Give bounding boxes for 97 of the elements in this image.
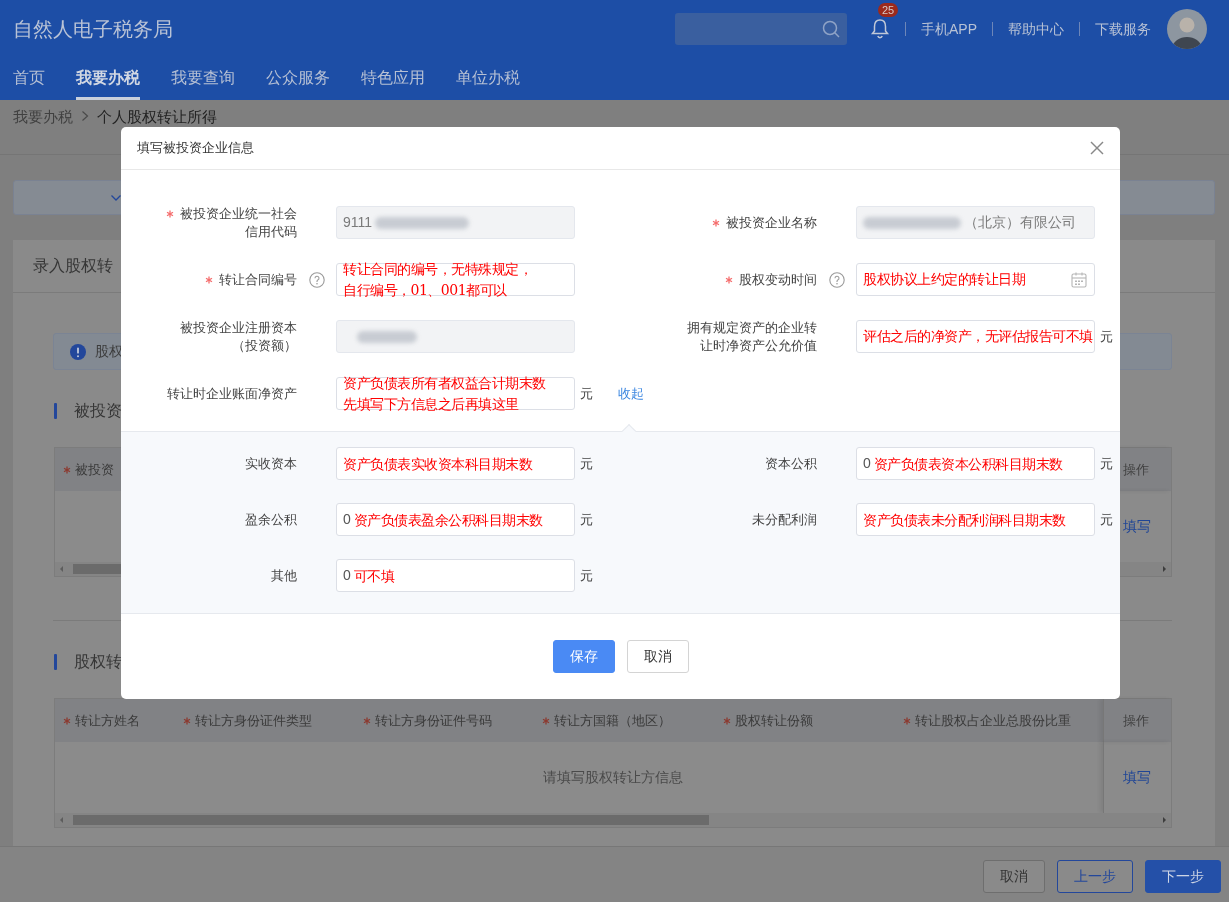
header-link[interactable]: 手机APP bbox=[921, 18, 977, 40]
handwritten-note: 资产负债表未分配利润科目期末数 bbox=[863, 510, 1066, 530]
save-button[interactable]: 保存 bbox=[552, 640, 615, 674]
field-label: 其他 bbox=[271, 566, 297, 585]
collapse-link[interactable]: 收起 bbox=[618, 383, 644, 404]
cancel-button[interactable]: 取消 bbox=[983, 860, 1045, 893]
field-label: 转让合同编号 bbox=[219, 270, 297, 289]
unit-label: 元 bbox=[1100, 454, 1113, 473]
field-value: 9111 bbox=[343, 213, 373, 233]
section-title: 被投资 bbox=[74, 401, 122, 421]
input-field[interactable]: 0 资产负债表盈余公积科目期末数 bbox=[336, 503, 575, 537]
help-icon[interactable] bbox=[829, 271, 845, 288]
card-title: 录入股权转 bbox=[33, 256, 113, 276]
handwritten-note: 评估之后的净资产，无评估报告可不填 bbox=[863, 327, 1093, 347]
info-icon bbox=[70, 343, 86, 360]
search-field[interactable] bbox=[675, 13, 847, 45]
fill-in-link[interactable]: 填写 bbox=[1123, 516, 1151, 537]
column-header: 转让方身份证件号码 bbox=[375, 711, 492, 730]
field-label: 资本公积 bbox=[765, 454, 817, 473]
scrollbar[interactable] bbox=[55, 813, 1171, 827]
input-field[interactable]: 资产负债表未分配利润科目期末数 bbox=[856, 503, 1095, 537]
nav-tab[interactable]: 特色应用 bbox=[361, 58, 425, 100]
field-label: 让时净资产公允价值 bbox=[700, 336, 817, 355]
nav-tab[interactable]: 我要查询 bbox=[171, 58, 235, 100]
field-label: （投资额） bbox=[232, 336, 297, 355]
input-field[interactable]: 0 可不填 bbox=[336, 559, 575, 593]
column-header: 转让方国籍（地区） bbox=[554, 711, 671, 730]
breadcrumb-link[interactable]: 我要办税 bbox=[13, 106, 73, 129]
previous-button[interactable]: 上一步 bbox=[1057, 860, 1133, 893]
next-button[interactable]: 下一步 bbox=[1145, 860, 1221, 893]
fill-in-link[interactable]: 填写 bbox=[1123, 767, 1151, 788]
cancel-button[interactable]: 取消 bbox=[626, 640, 689, 674]
field-value: 0 bbox=[343, 510, 351, 530]
field-value: 0 bbox=[343, 566, 351, 586]
input-field[interactable]: 资产负债表实收资本科目期末数 bbox=[336, 447, 575, 481]
help-icon[interactable] bbox=[309, 271, 325, 288]
unit-label: 元 bbox=[1100, 327, 1113, 346]
unit-label: 元 bbox=[580, 510, 593, 529]
input-field[interactable]: 转让合同的编号，无特殊规定， 自行编号，01、001都可以 bbox=[336, 263, 575, 297]
section-marker bbox=[54, 403, 57, 419]
close-icon[interactable] bbox=[1090, 141, 1104, 155]
field-label: 被投资企业注册资本 bbox=[180, 319, 297, 337]
column-header: 转让方身份证件类型 bbox=[195, 711, 312, 730]
header-link[interactable]: 下载服务 bbox=[1095, 18, 1151, 40]
column-header: 操作 bbox=[1123, 460, 1149, 479]
handwritten-note: 资产负债表实收资本科目期末数 bbox=[343, 454, 532, 474]
breadcrumb-current: 个人股权转让所得 bbox=[97, 107, 217, 127]
field-label: 盈余公积 bbox=[245, 510, 297, 529]
search-icon[interactable] bbox=[821, 19, 841, 39]
field-label: 信用代码 bbox=[245, 222, 297, 241]
calendar-icon[interactable] bbox=[1070, 270, 1088, 289]
handwritten-note: 股权协议上约定的转让日期 bbox=[863, 270, 1025, 290]
section-marker bbox=[54, 654, 57, 670]
input-field[interactable]: 评估之后的净资产，无评估报告可不填 bbox=[856, 320, 1095, 354]
column-header: 转让方姓名 bbox=[75, 711, 140, 730]
field-label: 拥有规定资产的企业转 bbox=[687, 319, 817, 337]
handwritten-note: 自行编号，01、001都可以 bbox=[343, 280, 507, 300]
unit-label: 元 bbox=[1100, 510, 1113, 529]
field-value: （北京）有限公司 bbox=[964, 213, 1076, 233]
site-title: 自然人电子税务局 bbox=[13, 17, 173, 42]
nav-tab[interactable]: 首页 bbox=[13, 58, 45, 100]
handwritten-note: 可不填 bbox=[353, 566, 395, 586]
chevron-right-icon bbox=[81, 110, 89, 122]
field-label: 被投资企业名称 bbox=[726, 213, 817, 232]
alert-text: 股权 bbox=[95, 342, 123, 361]
unit-label: 元 bbox=[580, 454, 593, 473]
column-header: 转让股权占企业总股份比重 bbox=[915, 711, 1071, 730]
bell-icon[interactable] bbox=[870, 17, 890, 41]
handwritten-note: 资产负债表盈余公积科目期末数 bbox=[353, 510, 543, 530]
empty-message: 请填写股权转让方信息 bbox=[542, 768, 684, 787]
input-field[interactable]: 0 资产负债表资本公积科目期末数 bbox=[856, 447, 1095, 481]
field-value: 0 bbox=[863, 454, 871, 474]
input-field[interactable]: 资产负债表所有者权益合计期末数 先填写下方信息之后再填这里 bbox=[336, 377, 575, 411]
field-label: 股权变动时间 bbox=[739, 270, 817, 289]
field-label: 被投资企业统一社会 bbox=[180, 205, 297, 223]
notification-badge: 25 bbox=[878, 3, 899, 17]
nav-tab[interactable]: 单位办税 bbox=[456, 58, 520, 100]
avatar[interactable] bbox=[1167, 9, 1207, 49]
nav-tab[interactable]: 我要办税 bbox=[76, 58, 140, 100]
field-label: 转让时企业账面净资产 bbox=[167, 384, 297, 403]
section-title: 股权转 bbox=[74, 652, 122, 672]
column-header: 被投资 bbox=[75, 460, 114, 479]
field-label: 未分配利润 bbox=[752, 510, 817, 529]
unit-label: 元 bbox=[580, 384, 593, 403]
header-link[interactable]: 帮助中心 bbox=[1008, 18, 1064, 40]
nav-tab[interactable]: 公众服务 bbox=[266, 58, 330, 100]
handwritten-note: 先填写下方信息之后再填这里 bbox=[343, 394, 519, 414]
field-label: 实收资本 bbox=[245, 454, 297, 473]
chevron-down-icon[interactable] bbox=[110, 193, 122, 202]
column-header: 操作 bbox=[1123, 711, 1149, 730]
handwritten-note: 资产负债表资本公积科目期末数 bbox=[873, 454, 1063, 474]
date-field[interactable]: 股权协议上约定的转让日期 bbox=[856, 263, 1095, 297]
dialog-title: 填写被投资企业信息 bbox=[137, 139, 254, 158]
handwritten-note: 资产负债表所有者权益合计期末数 bbox=[343, 374, 546, 394]
unit-label: 元 bbox=[580, 566, 593, 585]
column-header: 股权转让份额 bbox=[735, 711, 813, 730]
handwritten-note: 转让合同的编号，无特殊规定， bbox=[343, 260, 532, 280]
